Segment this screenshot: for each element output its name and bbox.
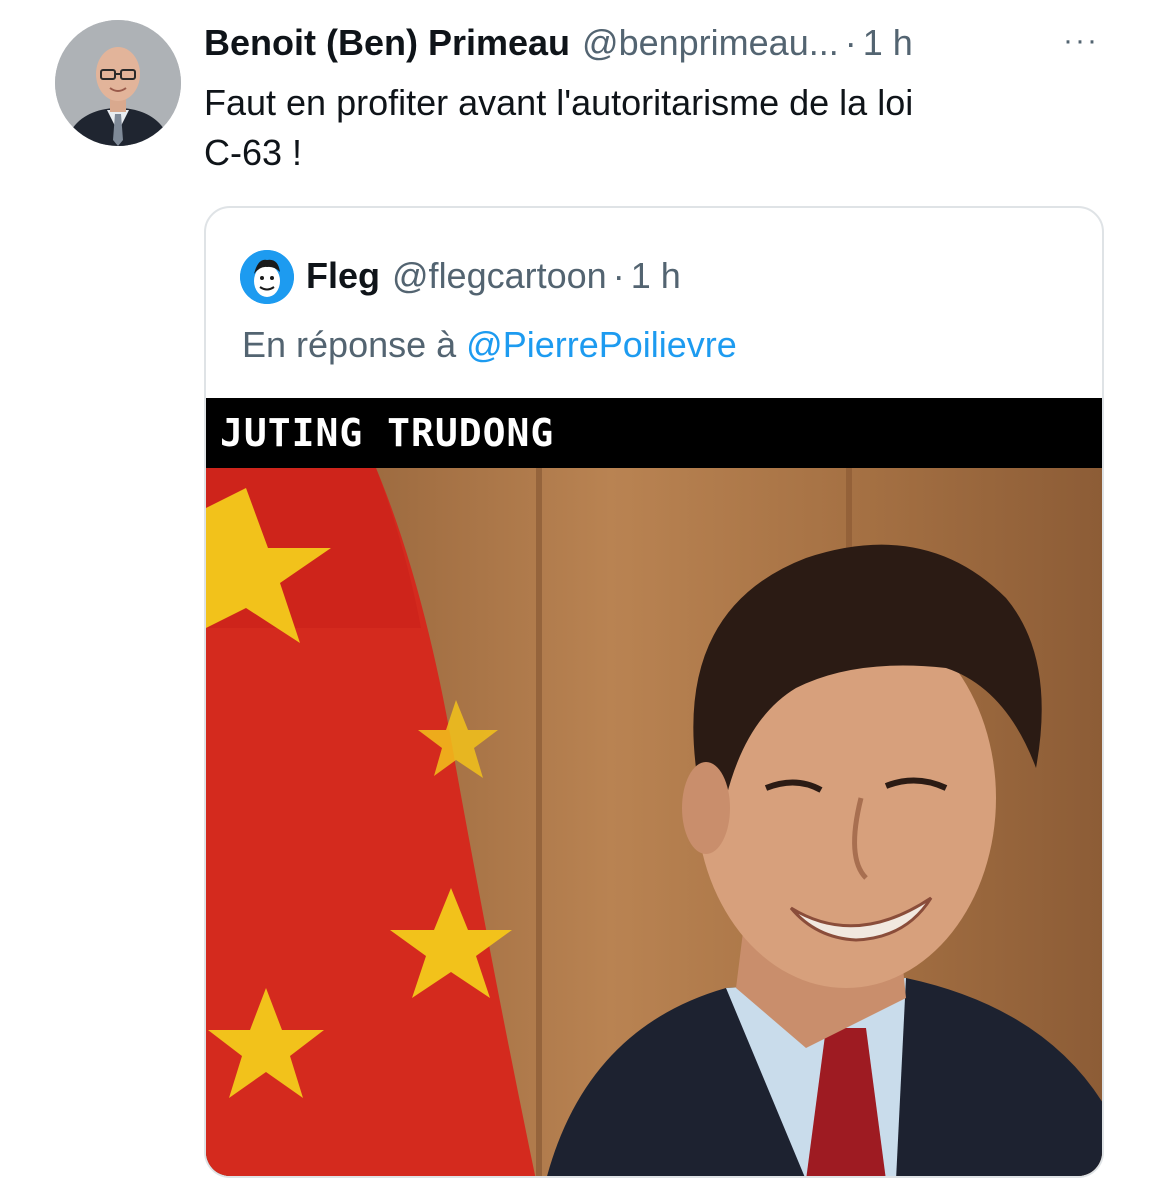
more-options-icon[interactable]: ···	[1058, 24, 1104, 57]
tweet-header: Benoit (Ben) Primeau @benprimeau... · 1 …	[204, 18, 1104, 68]
quoted-tweet-time[interactable]: 1 h	[631, 255, 681, 297]
tweet-text: Faut en profiter avant l'autoritarisme d…	[204, 82, 914, 173]
reply-to-link[interactable]: @PierrePoilievre	[466, 324, 737, 365]
author-handle[interactable]: @benprimeau...	[582, 18, 839, 68]
quoted-tweet[interactable]: Fleg @flegcartoon · 1 h En réponse à @Pi…	[204, 206, 1104, 1178]
media-banner-text: JUTING TRUDONG	[206, 398, 1102, 468]
media-photo	[206, 468, 1102, 1176]
separator-dot: ·	[844, 22, 857, 63]
tweet-time[interactable]: 1 h	[863, 18, 913, 68]
quoted-author-name[interactable]: Fleg	[306, 255, 380, 297]
quoted-author-handle[interactable]: @flegcartoon	[392, 255, 607, 297]
reply-prefix: En réponse à	[242, 324, 457, 365]
author-name[interactable]: Benoit (Ben) Primeau	[204, 18, 570, 68]
quoted-media[interactable]: JUTING TRUDONG	[206, 398, 1102, 1176]
quoted-tweet-header: Fleg @flegcartoon · 1 h	[306, 248, 681, 304]
quoted-author-avatar[interactable]	[240, 250, 294, 304]
quoted-separator-dot: ·	[612, 255, 625, 296]
author-avatar[interactable]	[55, 20, 181, 146]
tweet[interactable]: Benoit (Ben) Primeau @benprimeau... · 1 …	[0, 0, 1160, 1200]
reply-context: En réponse à @PierrePoilievre	[242, 320, 737, 370]
